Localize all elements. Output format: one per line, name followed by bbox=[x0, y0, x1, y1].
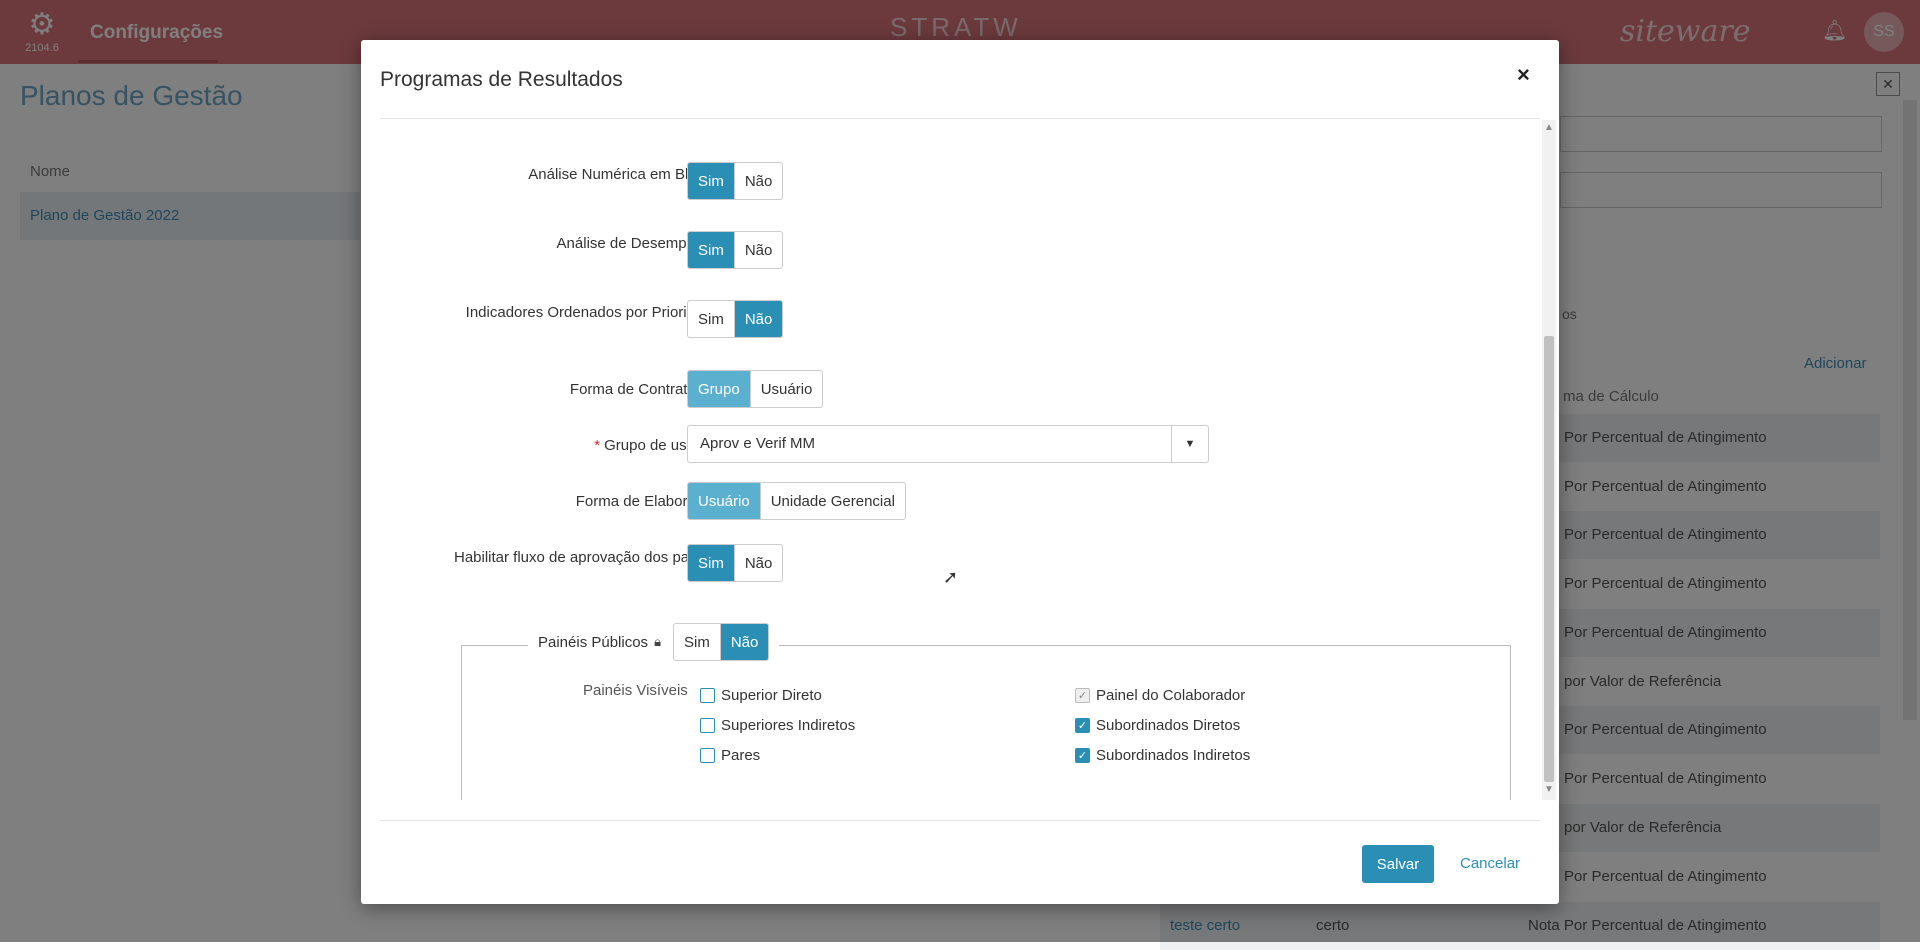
forma-elaboracao-usuario[interactable]: Usuário bbox=[688, 483, 760, 519]
required-mark: * bbox=[594, 437, 601, 454]
checkbox-label: Superiores Indiretos bbox=[721, 717, 856, 734]
dialog-body[interactable]: Análise Numérica em Blocos Sim Não Análi… bbox=[380, 120, 1540, 800]
checkbox-painel-colaborador: ✓ Painel do Colaborador bbox=[1075, 687, 1245, 704]
indicadores-ordenados-toggle: Sim Não bbox=[687, 300, 784, 338]
indicadores-ordenados-sim[interactable]: Sim bbox=[688, 301, 734, 337]
paineis-publicos-legend: Painéis Públicos 🔒︎ Sim Não bbox=[528, 622, 780, 662]
forma-contratacao-toggle: Grupo Usuário bbox=[687, 370, 824, 408]
forma-elaboracao-unidade-gerencial[interactable]: Unidade Gerencial bbox=[759, 483, 905, 519]
divider bbox=[380, 118, 1540, 119]
forma-contratacao-grupo[interactable]: Grupo bbox=[688, 371, 750, 407]
analise-numerica-toggle: Sim Não bbox=[687, 162, 784, 200]
paineis-publicos-sim[interactable]: Sim bbox=[674, 624, 720, 660]
cancel-button[interactable]: Cancelar bbox=[1460, 855, 1520, 872]
scroll-up-icon[interactable]: ▲ bbox=[1544, 122, 1554, 133]
field-label-forma-elaboracao: Forma de Elaboração bbox=[575, 493, 720, 510]
checkbox-label: Pares bbox=[721, 747, 761, 764]
field-label-fluxo-aprovacao: Habilitar fluxo de aprovação dos painéis bbox=[454, 549, 720, 566]
checkbox-label: Subordinados Diretos bbox=[1096, 717, 1241, 734]
checkbox-box[interactable] bbox=[700, 718, 715, 733]
fluxo-aprovacao-nao[interactable]: Não bbox=[733, 545, 783, 581]
analise-desempenho-sim[interactable]: Sim bbox=[688, 232, 734, 268]
field-label-grupo-usuario: * Grupo de usuário bbox=[380, 435, 720, 456]
paineis-visiveis-label: Painéis Visíveis bbox=[583, 682, 688, 699]
checkbox-pares[interactable]: Pares bbox=[700, 747, 760, 764]
analise-desempenho-toggle: Sim Não bbox=[687, 231, 784, 269]
check-icon[interactable]: ✓ bbox=[1075, 748, 1090, 763]
forma-contratacao-usuario[interactable]: Usuário bbox=[749, 371, 823, 407]
lock-icon: 🔒︎ bbox=[654, 634, 661, 649]
grupo-usuario-select[interactable]: Aprov e Verif MM ▼ bbox=[687, 425, 1209, 463]
analise-numerica-sim[interactable]: Sim bbox=[688, 163, 734, 199]
caret-down-icon[interactable]: ▼ bbox=[1171, 426, 1208, 462]
fluxo-aprovacao-sim[interactable]: Sim bbox=[688, 545, 734, 581]
checkbox-superiores-indiretos[interactable]: Superiores Indiretos bbox=[700, 717, 855, 734]
paineis-publicos-fieldset bbox=[461, 645, 1511, 800]
close-icon[interactable]: × bbox=[1517, 62, 1530, 88]
checkbox-subordinados-indiretos[interactable]: ✓ Subordinados Indiretos bbox=[1075, 747, 1250, 764]
save-button[interactable]: Salvar bbox=[1362, 845, 1434, 883]
checkbox-box[interactable] bbox=[700, 748, 715, 763]
field-label-analise-desempenho: Análise de Desempenho bbox=[556, 235, 720, 252]
paineis-publicos-nao[interactable]: Não bbox=[719, 624, 769, 660]
indicadores-ordenados-nao[interactable]: Não bbox=[733, 301, 783, 337]
checkbox-label: Painel do Colaborador bbox=[1096, 687, 1246, 704]
checkbox-label: Subordinados Indiretos bbox=[1096, 747, 1251, 764]
grupo-usuario-value: Aprov e Verif MM bbox=[700, 435, 816, 452]
mouse-cursor-icon: ➚ bbox=[943, 567, 959, 587]
forma-elaboracao-toggle: Usuário Unidade Gerencial bbox=[687, 482, 906, 520]
field-label-forma-contratacao: Forma de Contratação bbox=[569, 381, 720, 398]
scroll-down-icon[interactable]: ▼ bbox=[1544, 784, 1554, 795]
dialog-scrollbar[interactable]: ▲ ▼ bbox=[1542, 120, 1556, 800]
paineis-publicos-toggle: Sim Não bbox=[672, 623, 770, 661]
analise-desempenho-nao[interactable]: Não bbox=[733, 232, 783, 268]
checkbox-subordinados-diretos[interactable]: ✓ Subordinados Diretos bbox=[1075, 717, 1240, 734]
dialog-title: Programas de Resultados bbox=[380, 68, 623, 91]
fluxo-aprovacao-toggle: Sim Não bbox=[687, 544, 784, 582]
checkbox-box[interactable] bbox=[700, 688, 715, 703]
field-label-analise-numerica: Análise Numérica em Blocos bbox=[528, 166, 720, 183]
analise-numerica-nao[interactable]: Não bbox=[733, 163, 783, 199]
check-icon: ✓ bbox=[1075, 688, 1090, 703]
paineis-publicos-label: Painéis Públicos bbox=[538, 633, 649, 651]
programas-resultados-dialog: Programas de Resultados × Análise Numéri… bbox=[361, 40, 1559, 904]
checkbox-superior-direto[interactable]: Superior Direto bbox=[700, 687, 822, 704]
scrollbar-thumb[interactable] bbox=[1544, 336, 1554, 782]
divider bbox=[380, 820, 1540, 821]
check-icon[interactable]: ✓ bbox=[1075, 718, 1090, 733]
checkbox-label: Superior Direto bbox=[721, 687, 822, 704]
field-label-indicadores-ordenados: Indicadores Ordenados por Prioridade bbox=[465, 304, 720, 321]
